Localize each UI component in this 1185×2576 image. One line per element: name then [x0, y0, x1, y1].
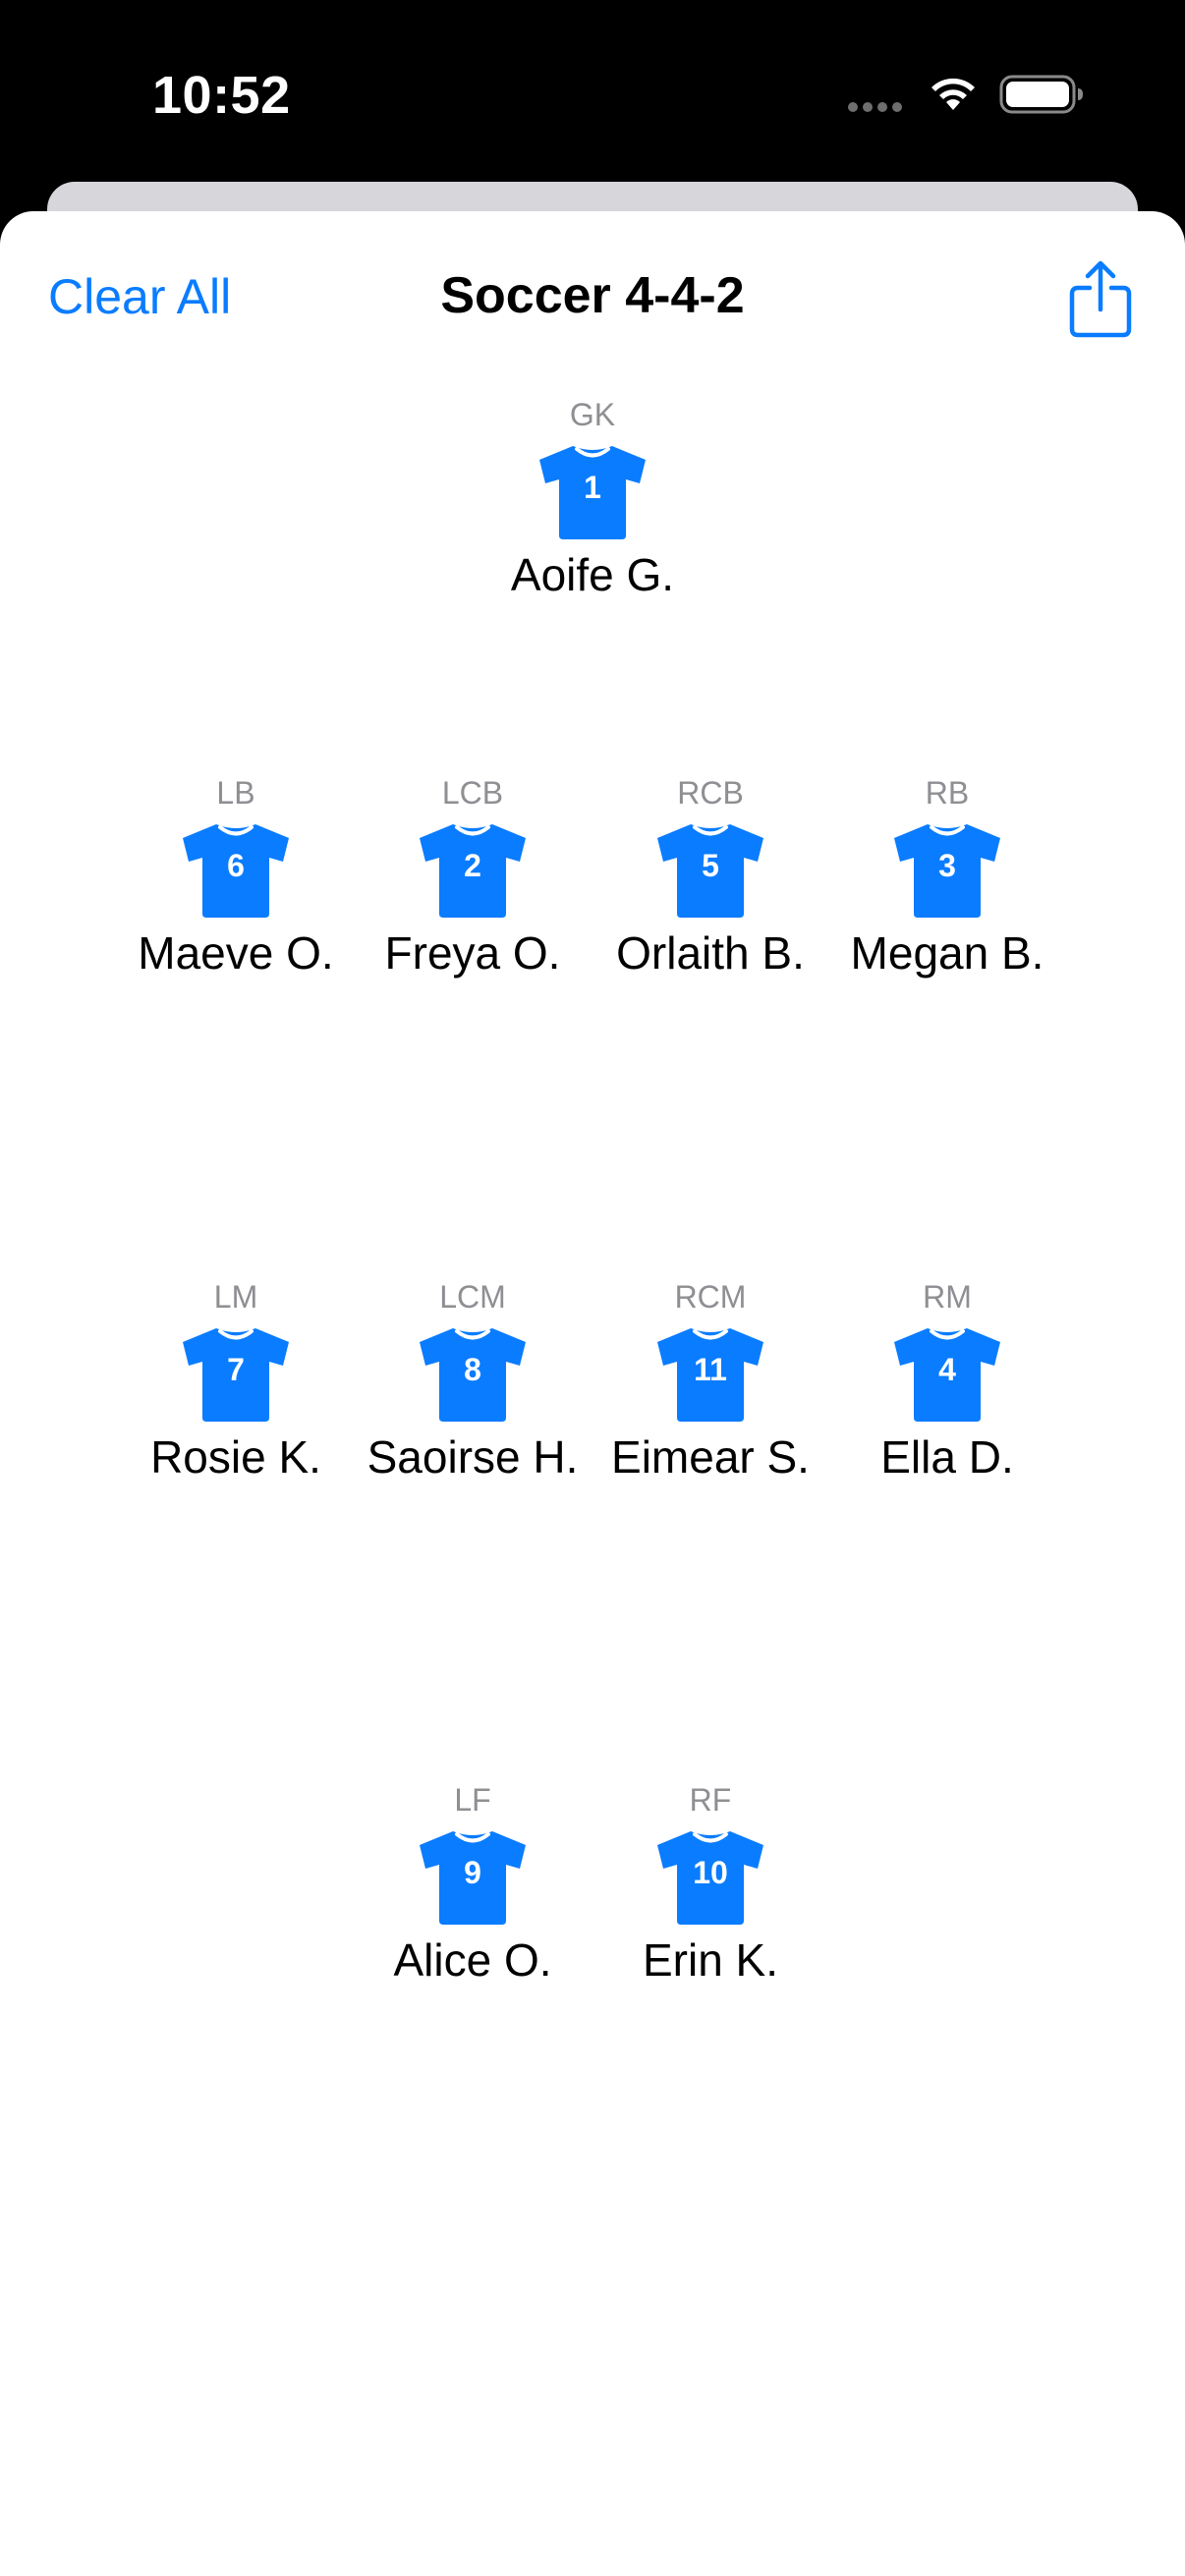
- player-name: Ella D.: [880, 1431, 1014, 1483]
- player-name: Aoife G.: [510, 549, 675, 600]
- player-name: Alice O.: [393, 1934, 552, 1986]
- player-rb[interactable]: RB 3 Megan B.: [829, 773, 1065, 980]
- status-time: 10:52: [152, 66, 291, 125]
- position-label: GK: [569, 397, 616, 432]
- jersey-number: 9: [464, 1855, 481, 1890]
- player-rcm[interactable]: RCM 11 Eimear S.: [592, 1277, 828, 1484]
- jersey-number: 11: [694, 1352, 727, 1387]
- jersey-icon: 1: [534, 442, 651, 540]
- player-lm[interactable]: LM 7 Rosie K.: [118, 1277, 354, 1484]
- position-label: RF: [689, 1782, 732, 1818]
- jersey-icon: 7: [177, 1324, 295, 1423]
- position-label: LCB: [441, 775, 504, 811]
- player-rcb[interactable]: RCB 5 Orlaith B.: [592, 773, 828, 980]
- player-lf[interactable]: LF 9 Alice O.: [355, 1780, 591, 1987]
- share-icon: [1069, 260, 1132, 338]
- battery-icon: [999, 75, 1083, 114]
- position-label: LB: [216, 775, 255, 811]
- jersey-number: 1: [584, 470, 601, 505]
- status-bar: 10:52: [0, 0, 1185, 182]
- jersey-number: 10: [693, 1855, 728, 1890]
- jersey-number: 6: [227, 848, 245, 883]
- jersey-icon: 3: [888, 820, 1006, 919]
- player-name: Orlaith B.: [616, 927, 805, 979]
- player-lb[interactable]: LB 6 Maeve O.: [118, 773, 354, 980]
- player-name: Megan B.: [850, 927, 1044, 979]
- jersey-number: 7: [227, 1352, 245, 1387]
- player-name: Freya O.: [384, 927, 561, 979]
- lineup-sheet: Clear All Soccer 4-4-2 GK 1 Aoife G. LB …: [0, 211, 1185, 2576]
- jersey-number: 5: [702, 848, 719, 883]
- position-label: RCM: [674, 1279, 747, 1315]
- player-gk[interactable]: GK 1 Aoife G.: [475, 395, 710, 601]
- player-rf[interactable]: RF 10 Erin K.: [592, 1780, 828, 1987]
- player-lcm[interactable]: LCM 8 Saoirse H.: [355, 1277, 591, 1484]
- clear-all-button[interactable]: Clear All: [48, 268, 231, 325]
- position-label: RCB: [677, 775, 744, 811]
- cellular-signal-icon: [848, 102, 902, 112]
- player-name: Eimear S.: [611, 1431, 810, 1483]
- position-label: LF: [454, 1782, 491, 1818]
- position-label: RM: [923, 1279, 972, 1315]
- jersey-number: 2: [464, 848, 481, 883]
- position-label: RB: [925, 775, 970, 811]
- jersey-icon: 8: [414, 1324, 532, 1423]
- jersey-icon: 4: [888, 1324, 1006, 1423]
- jersey-number: 8: [464, 1352, 481, 1387]
- player-name: Maeve O.: [138, 927, 334, 979]
- share-button[interactable]: [1066, 258, 1135, 339]
- position-label: LCM: [439, 1279, 506, 1315]
- jersey-icon: 2: [414, 820, 532, 919]
- jersey-icon: 9: [414, 1827, 532, 1926]
- player-rm[interactable]: RM 4 Ella D.: [829, 1277, 1065, 1484]
- jersey-icon: 6: [177, 820, 295, 919]
- wifi-icon: [931, 78, 975, 110]
- jersey-icon: 5: [651, 820, 769, 919]
- player-lcb[interactable]: LCB 2 Freya O.: [355, 773, 591, 980]
- jersey-number: 3: [938, 848, 956, 883]
- player-name: Saoirse H.: [367, 1431, 579, 1483]
- jersey-icon: 10: [651, 1827, 769, 1926]
- position-label: LM: [213, 1279, 258, 1315]
- player-name: Rosie K.: [150, 1431, 321, 1483]
- player-name: Erin K.: [642, 1934, 779, 1986]
- jersey-icon: 11: [651, 1324, 769, 1423]
- jersey-number: 4: [938, 1352, 956, 1387]
